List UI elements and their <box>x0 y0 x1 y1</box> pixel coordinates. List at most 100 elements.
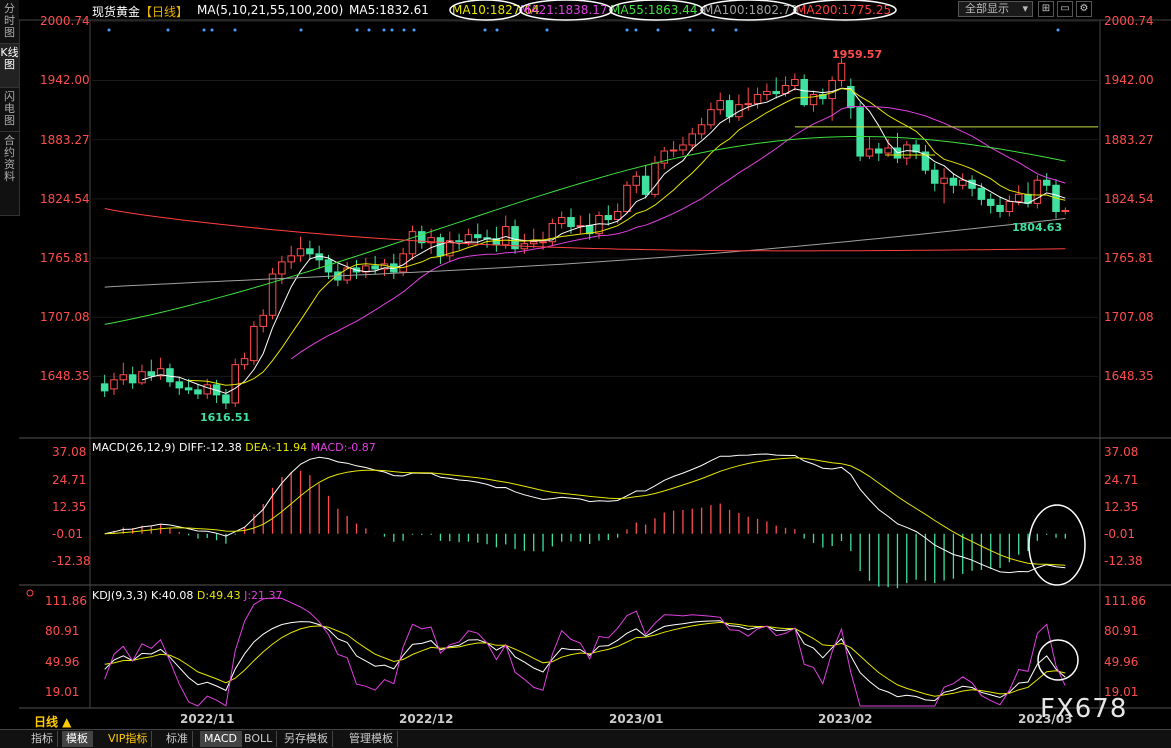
macd-value: MACD:-0.87 <box>310 441 376 454</box>
candle-body <box>716 100 725 111</box>
candle-body <box>128 374 137 384</box>
price-axis-label-l: 2000.74 <box>40 14 90 29</box>
candle-body <box>679 144 687 151</box>
kdj-axis-label-r: 111.86 <box>1104 594 1146 609</box>
price-axis-label-r: 1883.27 <box>1104 132 1154 147</box>
candle-body <box>930 169 939 184</box>
kdj-axis-label-r: 80.91 <box>1104 624 1139 639</box>
candle-body <box>268 273 277 316</box>
recent-low-annotation: 1804.63 <box>1012 221 1063 234</box>
candle-body <box>958 179 967 186</box>
candle-body <box>464 234 473 243</box>
event-marker-dot <box>390 28 394 32</box>
price-axis-label-l: 1707.08 <box>40 310 90 325</box>
candle-body <box>949 177 958 186</box>
toolbar-tab-2[interactable]: VIP指标 <box>104 731 153 747</box>
macd-axis-label-l: 12.35 <box>52 499 87 514</box>
toolbar-tab-1[interactable]: 模板 <box>62 731 93 747</box>
ma55-line <box>104 136 1066 325</box>
kdj-axis-label-r: 49.96 <box>1104 654 1139 669</box>
event-marker-dot <box>402 28 406 32</box>
candle-body <box>763 91 771 96</box>
candle-body <box>455 240 463 243</box>
kdj-title: KDJ(9,3,3) <box>92 589 148 602</box>
macd-title: MACD(26,12,9) <box>92 441 176 454</box>
candle-body <box>977 187 986 200</box>
macd-axis-label-r: 37.08 <box>1104 445 1139 460</box>
x-axis-label: 2023/01 <box>609 712 664 726</box>
candle-body <box>800 78 808 106</box>
price-chart-canvas[interactable] <box>0 0 1171 747</box>
price-axis-label-r: 1648.35 <box>1104 369 1154 384</box>
toolbar-tab-6[interactable]: 另存模板 <box>280 731 333 747</box>
price-axis-label-r: 1942.00 <box>1104 73 1154 88</box>
event-marker-dot <box>382 28 386 32</box>
event-marker-dot <box>233 28 237 32</box>
event-marker-dot <box>734 28 738 32</box>
event-marker-dot <box>107 28 111 32</box>
event-marker-dot <box>202 28 206 32</box>
candle-body <box>772 91 780 95</box>
candle-body <box>688 133 697 146</box>
period-selector[interactable]: 日线 ▲ <box>34 713 71 730</box>
highlight-circle <box>700 0 797 21</box>
candle-body <box>557 217 566 225</box>
candle-body <box>837 62 846 81</box>
macd-legend: MACD(26,12,9) DIFF:-12.38 DEA:-11.94 MAC… <box>92 441 376 454</box>
toolbar-tab-4[interactable]: MACD <box>200 731 242 747</box>
event-marker-dot <box>412 28 416 32</box>
ma21-line <box>290 105 1066 360</box>
kdj-k: K:40.08 <box>151 589 194 602</box>
candle-body <box>408 231 417 255</box>
toolbar-tab-5[interactable]: BOLL <box>240 731 278 747</box>
candle-body <box>865 148 874 157</box>
kdj-axis-label-l: 19.01 <box>45 685 80 700</box>
kdj-axis-label-l: 111.86 <box>45 594 87 609</box>
price-axis-label-r: 1824.54 <box>1104 191 1154 206</box>
candle-body <box>100 383 109 392</box>
candle-body <box>539 241 547 244</box>
macd-highlight-circle <box>1028 504 1086 586</box>
kdj-axis-label-l: 49.96 <box>45 654 80 669</box>
candle-body <box>567 217 575 228</box>
candle-body <box>184 387 193 391</box>
event-marker-dot <box>545 28 549 32</box>
ma200-line <box>104 208 1066 252</box>
candle-body <box>119 374 128 381</box>
kdj-axis-label-l: 80.91 <box>45 624 80 639</box>
candle-body <box>259 314 267 327</box>
event-marker-dot <box>688 28 692 32</box>
event-marker-dot <box>483 28 487 32</box>
candle-body <box>175 381 184 389</box>
event-marker-dot <box>367 28 371 32</box>
candle-body <box>623 184 631 212</box>
candle-body <box>986 198 995 206</box>
x-axis-label: 2022/11 <box>180 712 235 726</box>
macd-diff-line <box>104 453 1066 574</box>
highlight-circle <box>609 0 704 21</box>
candle-body <box>240 358 249 366</box>
candle-body <box>371 265 379 270</box>
price-axis-label-r: 2000.74 <box>1104 14 1154 29</box>
candle-body <box>194 389 202 395</box>
toolbar-tab-7[interactable]: 管理模板 <box>345 731 398 747</box>
candle-body <box>138 371 146 384</box>
candle-body <box>669 149 678 152</box>
toolbar-tab-3[interactable]: 标准 <box>162 731 193 747</box>
candle-body <box>604 215 613 221</box>
watermark-logo: FX678 <box>1040 694 1128 724</box>
highlight-circle <box>449 0 522 21</box>
event-marker-dot <box>1056 28 1060 32</box>
candle-body <box>306 248 314 255</box>
candle-body <box>697 124 706 135</box>
candle-body <box>707 109 715 126</box>
toolbar-tab-0[interactable]: 指标 <box>27 731 58 747</box>
event-marker-dot <box>625 28 629 32</box>
candle-body <box>110 379 118 390</box>
macd-axis-label-r: 24.71 <box>1104 472 1139 487</box>
macd-axis-label-l: 37.08 <box>52 445 87 460</box>
macd-axis-label-r: -12.38 <box>1104 553 1143 568</box>
candle-body <box>147 371 156 377</box>
macd-dea-line <box>104 457 1066 566</box>
candle-body <box>828 79 836 100</box>
